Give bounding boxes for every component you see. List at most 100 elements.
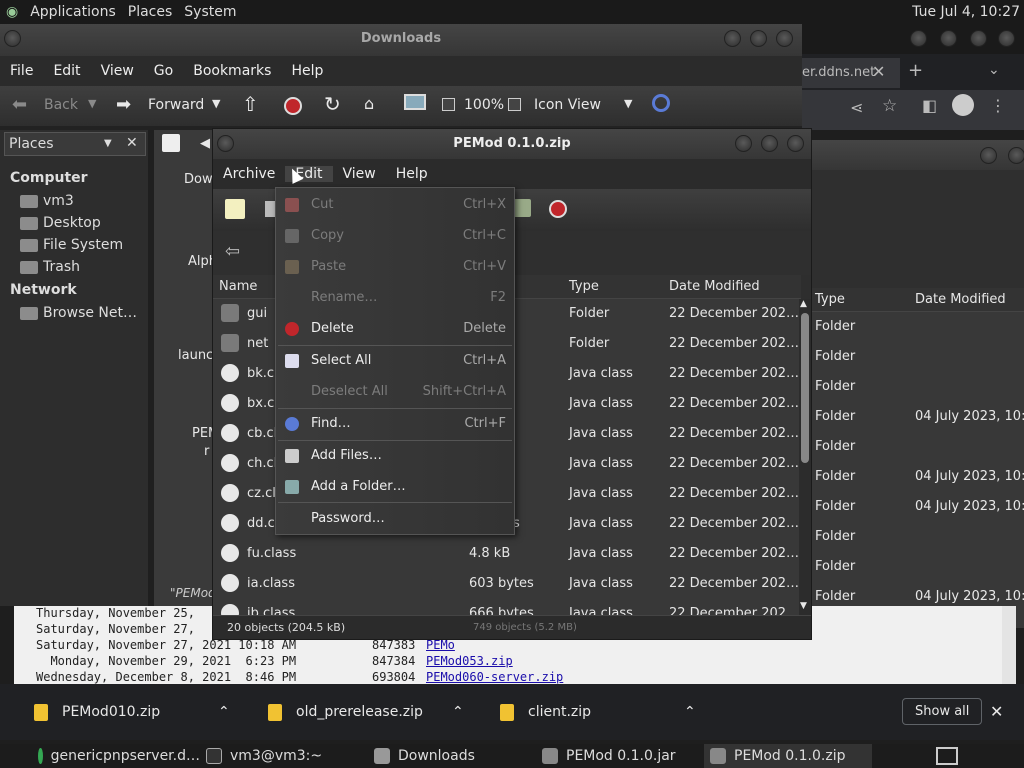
show-all-button[interactable]: Show all bbox=[902, 698, 983, 725]
view-mode-dropdown-icon[interactable]: ▼ bbox=[624, 97, 632, 110]
share-icon[interactable]: ⋖ bbox=[850, 98, 863, 117]
sidebar-dropdown[interactable]: Places bbox=[9, 136, 54, 152]
task-jar[interactable]: PEMod 0.1.0.jar bbox=[536, 744, 704, 768]
reload-icon[interactable]: ↻ bbox=[324, 92, 341, 116]
stop-icon[interactable] bbox=[284, 97, 302, 115]
chevron-up-icon[interactable]: ⌃ bbox=[452, 704, 464, 720]
menu-bookmarks[interactable]: Bookmarks bbox=[183, 63, 281, 79]
close-tab-icon[interactable]: ✕ bbox=[872, 62, 885, 81]
bg-maximize-button[interactable] bbox=[1008, 147, 1024, 164]
menu-help[interactable]: Help bbox=[386, 166, 438, 182]
applications-menu[interactable]: Applications bbox=[24, 4, 122, 20]
chevron-up-icon[interactable]: ⌃ bbox=[684, 704, 696, 720]
menu-item-delete[interactable]: Delete Delete bbox=[276, 313, 514, 344]
chevron-down-icon[interactable]: ⌄ bbox=[988, 62, 1000, 78]
up-icon[interactable]: ⇧ bbox=[242, 92, 259, 116]
menu-item-find[interactable]: Find… Ctrl+F bbox=[276, 408, 514, 439]
minimize-button[interactable] bbox=[724, 30, 741, 47]
bg-row[interactable]: Folder bbox=[810, 342, 1024, 372]
menu-item-paste[interactable]: Paste Ctrl+V bbox=[276, 251, 514, 282]
menu-file[interactable]: File bbox=[0, 63, 43, 79]
task-zip[interactable]: PEMod 0.1.0.zip bbox=[704, 744, 872, 768]
menu-item-select-all[interactable]: Select All Ctrl+A bbox=[276, 345, 514, 376]
places-menu[interactable]: Places bbox=[122, 4, 179, 20]
forward-button[interactable]: Forward bbox=[148, 97, 204, 113]
list-scrollbar[interactable]: ▲ ▼ bbox=[799, 299, 811, 615]
menu-item-password[interactable]: Password… bbox=[276, 503, 514, 534]
new-tab-icon[interactable]: + bbox=[908, 60, 923, 81]
new-archive-icon[interactable] bbox=[225, 199, 245, 219]
system-menu[interactable]: System bbox=[178, 4, 242, 20]
bg-row[interactable]: Folder04 July 2023, 10:26 bbox=[810, 492, 1024, 522]
window-menu-button[interactable] bbox=[217, 135, 234, 152]
scroll-up-icon[interactable]: ▲ bbox=[800, 299, 807, 309]
close-button[interactable] bbox=[787, 135, 804, 152]
chevron-up-icon[interactable]: ⌃ bbox=[218, 704, 230, 720]
computer-icon[interactable] bbox=[404, 94, 426, 110]
scroll-down-icon[interactable]: ▼ bbox=[800, 601, 807, 611]
home-icon[interactable]: ⌂ bbox=[364, 94, 374, 113]
bg-col-date[interactable]: Date Modified bbox=[915, 292, 1006, 307]
menu-go[interactable]: Go bbox=[144, 63, 183, 79]
download-item[interactable]: client.zip ⌃ bbox=[500, 684, 710, 740]
close-download-shelf-icon[interactable]: ✕ bbox=[990, 702, 1003, 721]
menu-item-deselect-all[interactable]: Deselect All Shift+Ctrl+A bbox=[276, 376, 514, 407]
sidebar-icon[interactable]: ◧ bbox=[922, 96, 937, 115]
bookmark-star-icon[interactable]: ☆ bbox=[882, 96, 897, 116]
menu-item-add-files[interactable]: Add Files… bbox=[276, 440, 514, 471]
task-terminal[interactable]: vm3@vm3:~ bbox=[200, 744, 368, 768]
sidebar-item-trash[interactable]: Trash bbox=[0, 256, 148, 278]
scroll-thumb[interactable] bbox=[801, 313, 809, 463]
back-arrow-icon[interactable]: ⇦ bbox=[225, 241, 240, 262]
bg-col-type[interactable]: Type bbox=[815, 292, 845, 307]
listing-file-link[interactable]: PEMo bbox=[426, 638, 455, 652]
window-menu-button[interactable] bbox=[4, 30, 21, 47]
back-button[interactable]: Back bbox=[44, 97, 78, 113]
archive-titlebar[interactable]: PEMod 0.1.0.zip bbox=[213, 129, 811, 159]
search-icon[interactable] bbox=[652, 94, 670, 112]
bg-row[interactable]: Folder bbox=[810, 372, 1024, 402]
view-mode-select[interactable]: Icon View bbox=[534, 97, 601, 113]
menu-view[interactable]: View bbox=[333, 166, 386, 182]
sidebar-item-vm3[interactable]: vm3 bbox=[0, 190, 148, 212]
menu-edit[interactable]: Edit bbox=[43, 63, 90, 79]
location-edit-icon[interactable] bbox=[162, 134, 180, 152]
bg-row[interactable]: Folder bbox=[810, 552, 1024, 582]
maximize-button[interactable] bbox=[761, 135, 778, 152]
partial-label-3[interactable]: launc bbox=[178, 348, 213, 363]
zoom-in-icon[interactable] bbox=[508, 98, 521, 111]
downloads-titlebar[interactable]: Downloads bbox=[0, 24, 802, 56]
menu-archive[interactable]: Archive bbox=[213, 166, 285, 182]
back-dropdown-icon[interactable]: ▼ bbox=[88, 97, 96, 110]
col-header-name[interactable]: Name bbox=[219, 279, 257, 294]
bg-row[interactable]: Folder04 July 2023, 10:26 bbox=[810, 402, 1024, 432]
bg-row[interactable]: Folder bbox=[810, 432, 1024, 462]
table-row[interactable]: ia.class 603 bytes Java class 22 December 2… bbox=[213, 569, 801, 599]
bg-row[interactable]: Folder04 July 2023, 10:27 bbox=[810, 462, 1024, 492]
clock[interactable]: Tue Jul 4, 10:27 bbox=[912, 4, 1024, 20]
zoom-out-icon[interactable] bbox=[442, 98, 455, 111]
task-downloads[interactable]: Downloads bbox=[368, 744, 536, 768]
menu-help[interactable]: Help bbox=[281, 63, 333, 79]
more-menu-icon[interactable]: ⋮ bbox=[990, 96, 1006, 115]
partial-label-1[interactable]: Dow bbox=[184, 172, 213, 187]
table-row[interactable]: fu.class 4.8 kB Java class 22 December 202… bbox=[213, 539, 801, 569]
sidebar-item-desktop[interactable]: Desktop bbox=[0, 212, 148, 234]
bg-row[interactable]: Folder bbox=[810, 522, 1024, 552]
listing-file-link[interactable]: PEMod053.zip bbox=[426, 654, 513, 668]
menu-view[interactable]: View bbox=[91, 63, 144, 79]
download-item[interactable]: PEMod010.zip ⌃ bbox=[34, 684, 244, 740]
forward-dropdown-icon[interactable]: ▼ bbox=[212, 97, 220, 110]
close-button[interactable] bbox=[776, 30, 793, 47]
maximize-button[interactable] bbox=[750, 30, 767, 47]
minimize-button[interactable] bbox=[735, 135, 752, 152]
col-header-type[interactable]: Type bbox=[569, 279, 599, 294]
distro-logo-icon[interactable]: ◉ bbox=[0, 4, 24, 20]
sidebar-item-filesystem[interactable]: File System bbox=[0, 234, 148, 256]
partial-label-5[interactable]: r bbox=[204, 444, 209, 459]
profile-icon[interactable] bbox=[952, 94, 974, 116]
location-back-icon[interactable]: ◀ bbox=[200, 136, 210, 151]
sidebar-item-browse-network[interactable]: Browse Net… bbox=[0, 302, 148, 324]
download-item[interactable]: old_prerelease.zip ⌃ bbox=[268, 684, 478, 740]
chrome-tab-title[interactable]: er.ddns.net bbox=[802, 65, 875, 80]
